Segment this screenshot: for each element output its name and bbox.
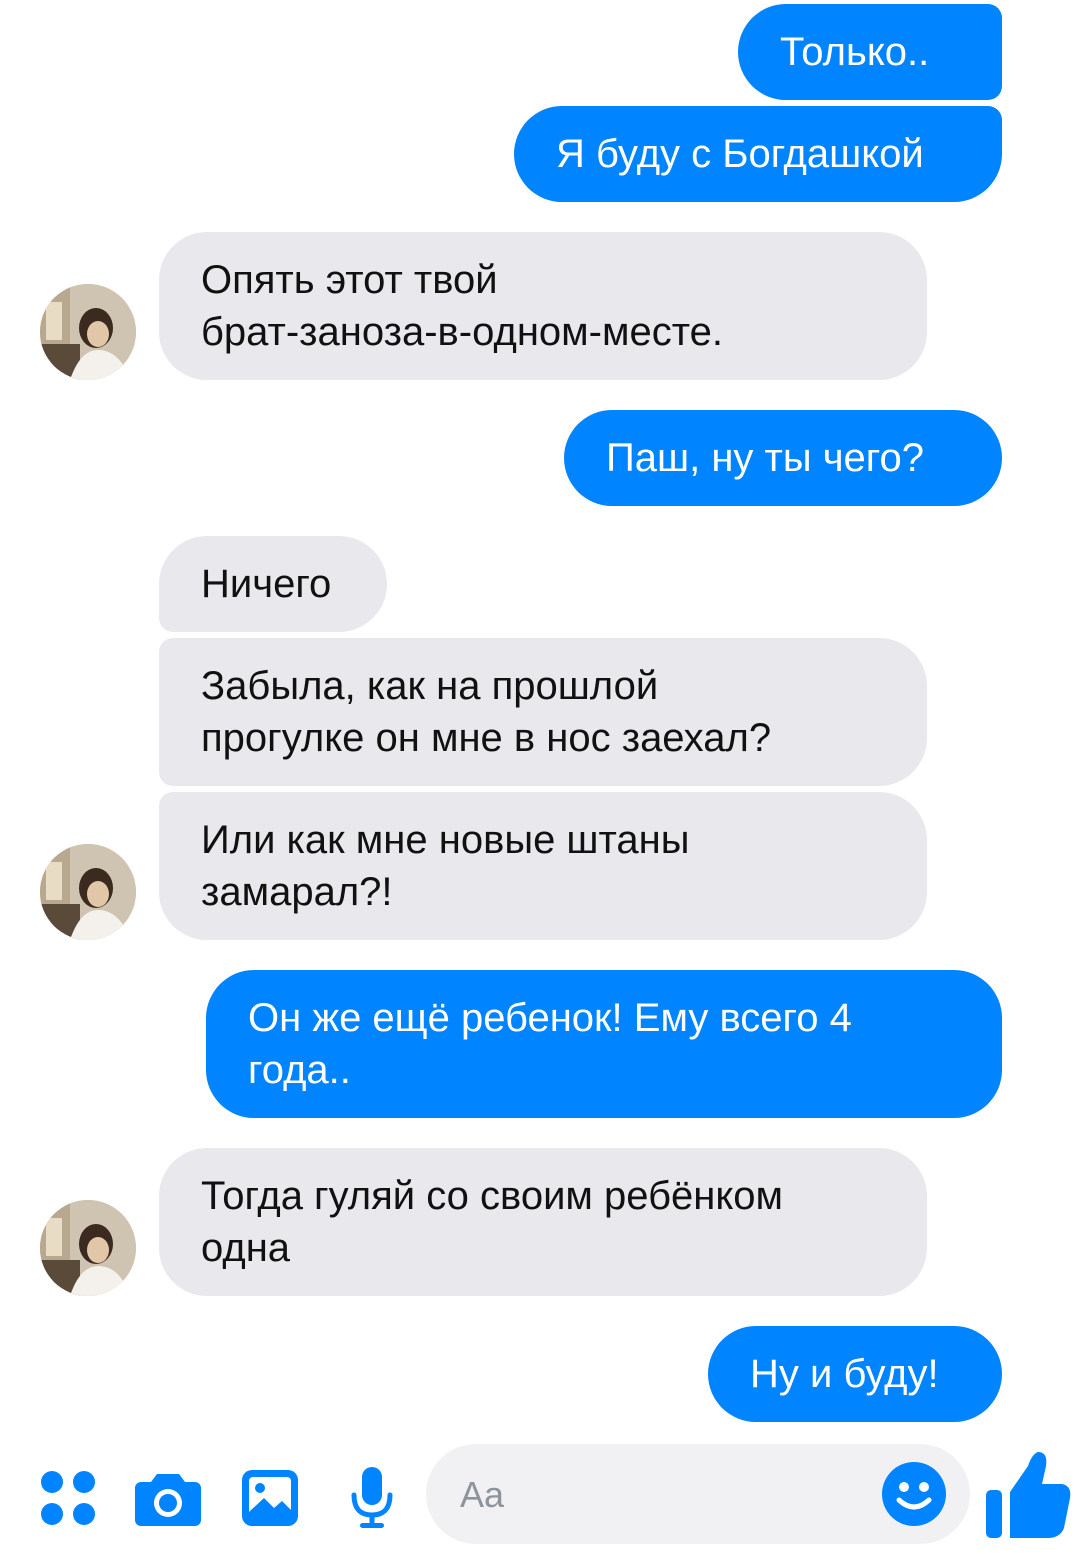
message-incoming[interactable]: Тогда гуляй со своим ребёнком одна	[159, 1148, 927, 1296]
message-outgoing[interactable]: Только..	[738, 4, 1002, 100]
emoji-icon[interactable]	[880, 1460, 948, 1528]
contact-avatar[interactable]	[40, 1200, 136, 1296]
message-input[interactable]	[458, 1466, 862, 1524]
camera-button[interactable]	[130, 1460, 206, 1536]
contact-avatar[interactable]	[40, 284, 136, 380]
message-incoming[interactable]: Забыла, как на прошлой прогулке он мне в…	[159, 638, 927, 786]
message-incoming[interactable]: Опять этот твой брат-заноза-в-одном-мест…	[159, 232, 927, 380]
gallery-button[interactable]	[232, 1460, 308, 1536]
message-outgoing[interactable]: Я буду с Богдашкой	[514, 106, 1002, 202]
camera-icon	[135, 1474, 201, 1526]
voice-button[interactable]	[334, 1460, 410, 1536]
image-icon	[242, 1470, 298, 1526]
message-incoming[interactable]: Или как мне новые штаны замарал?!	[159, 792, 927, 940]
message-outgoing[interactable]: Паш, ну ты чего?	[564, 410, 1002, 506]
thumbs-up-icon[interactable]	[982, 1446, 1074, 1546]
apps-icon	[41, 1471, 95, 1525]
chat-screen: Только.. Я буду с Богдашкой Опять этот т…	[0, 0, 1080, 1554]
contact-avatar[interactable]	[40, 844, 136, 940]
message-outgoing[interactable]: Ну и буду!	[708, 1326, 1002, 1422]
apps-button[interactable]	[30, 1460, 106, 1536]
message-incoming[interactable]: Ничего	[159, 536, 387, 632]
message-composer	[0, 1440, 1080, 1554]
message-input-container	[426, 1444, 970, 1544]
message-outgoing[interactable]: Он же ещё ребенок! Ему всего 4 года..	[206, 970, 1002, 1118]
microphone-icon	[351, 1467, 393, 1528]
